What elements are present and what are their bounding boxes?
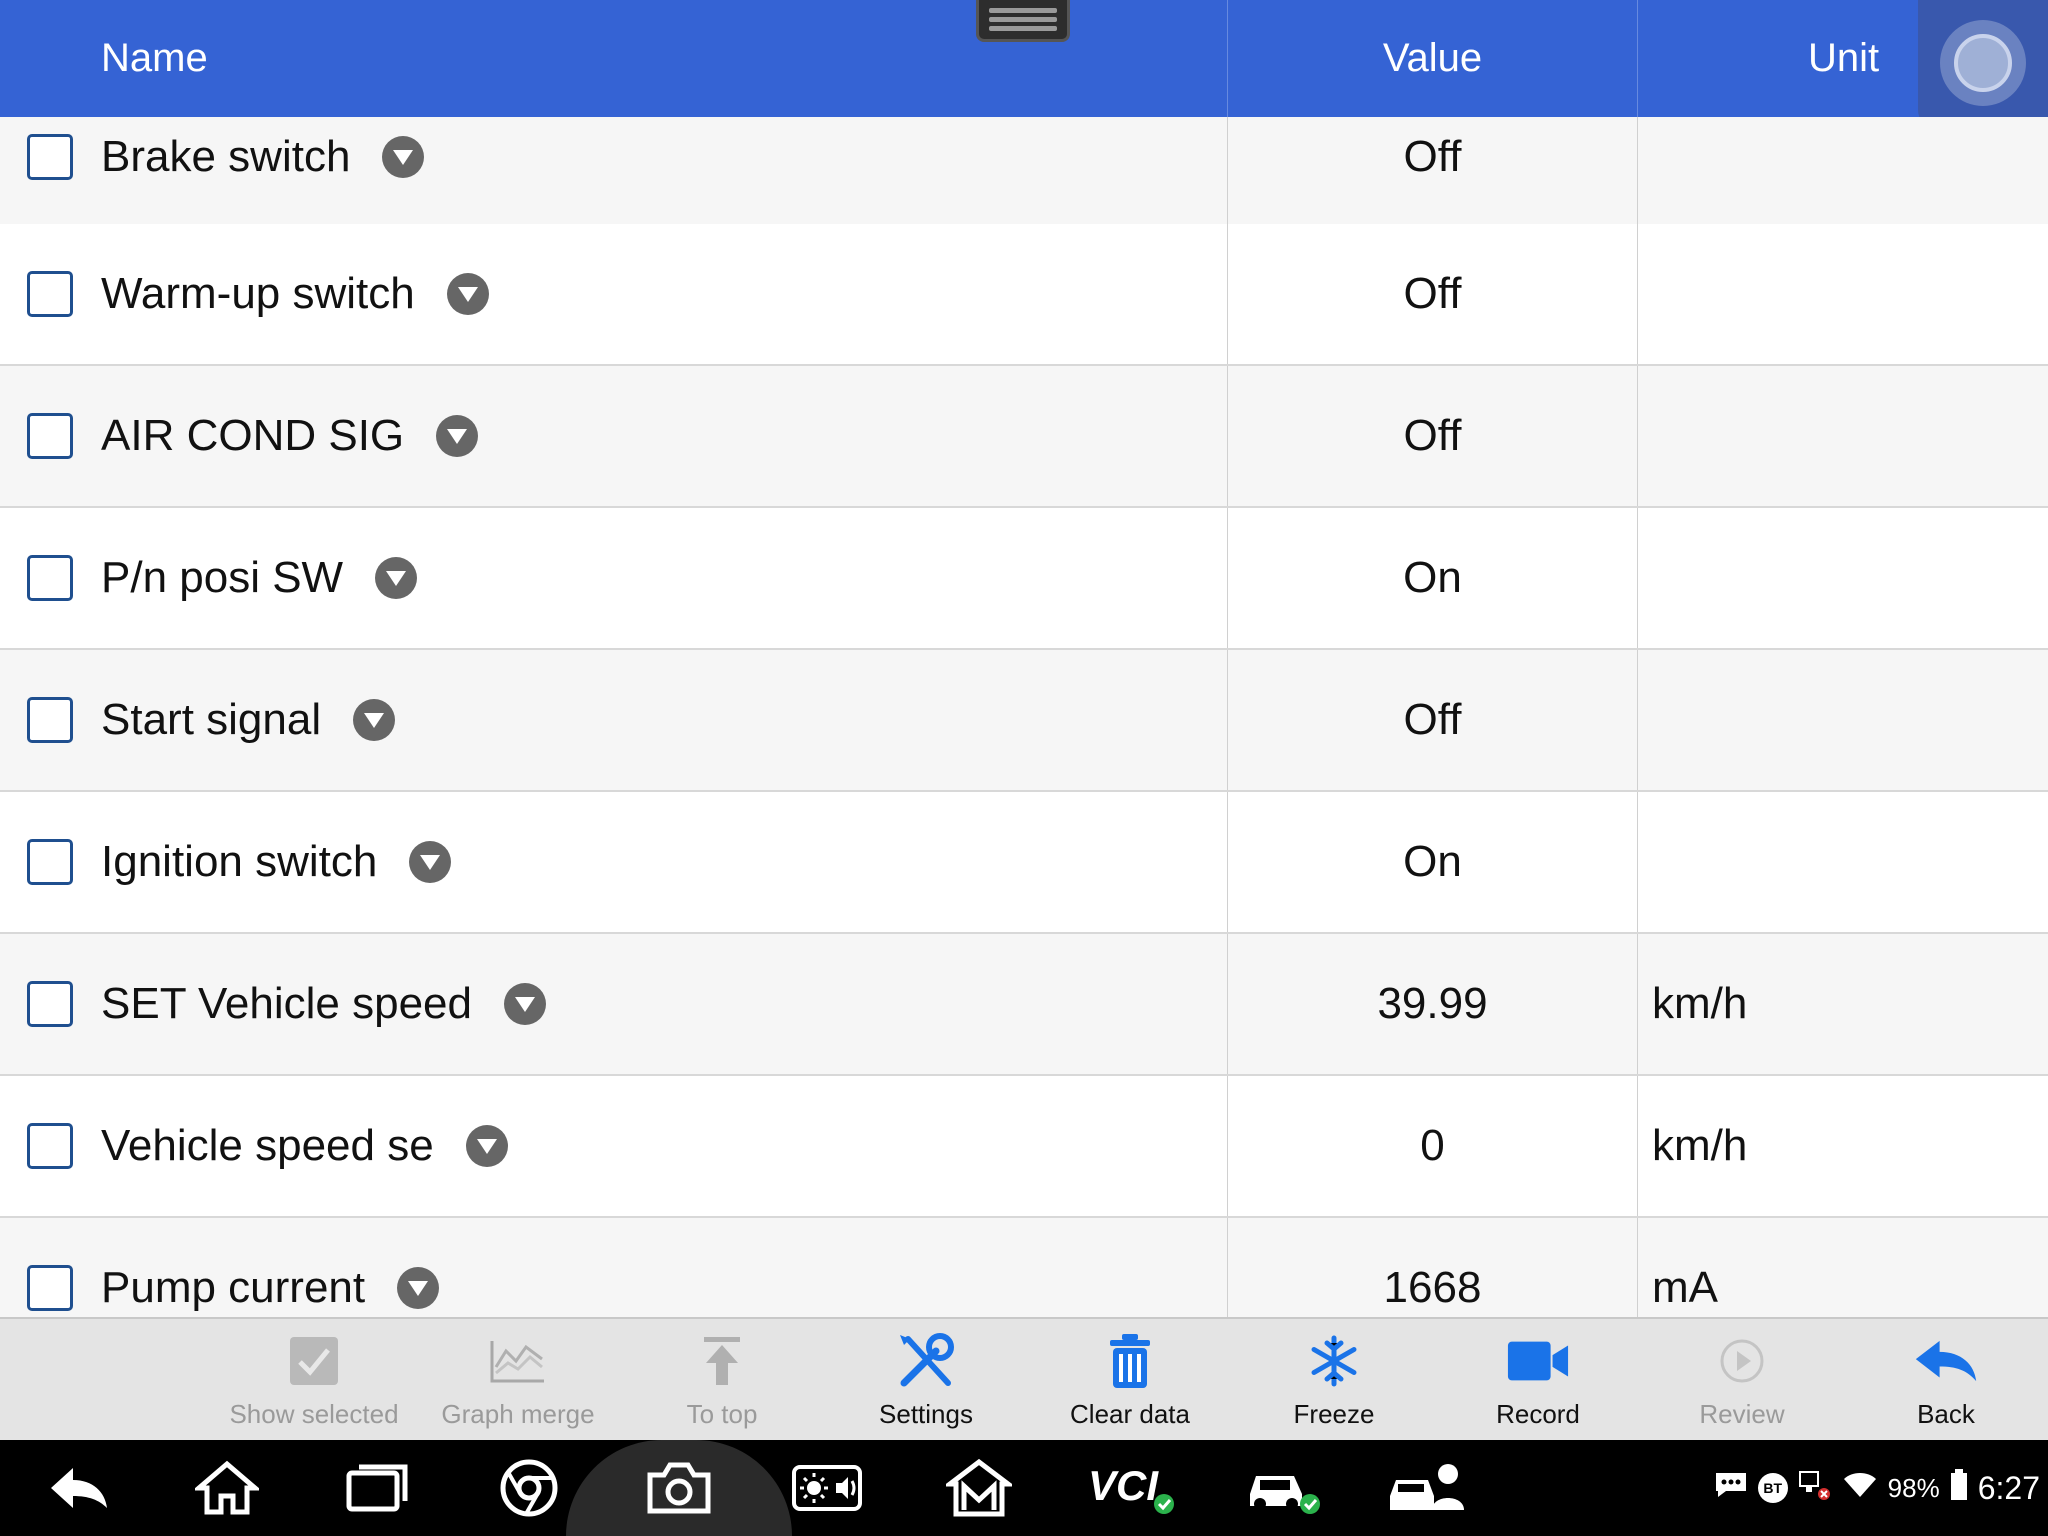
- chevron-down-icon[interactable]: [436, 415, 479, 457]
- row-checkbox[interactable]: [27, 134, 73, 180]
- table-row[interactable]: Vehicle speed se 0 km/h: [0, 1076, 2048, 1218]
- chevron-down-icon[interactable]: [375, 557, 418, 599]
- chevron-down-icon[interactable]: [446, 273, 489, 315]
- row-name: P/n posi SW: [101, 553, 344, 602]
- row-unit: mA: [1637, 1218, 2048, 1317]
- row-name: Ignition switch: [101, 837, 378, 886]
- column-header-name: Name: [101, 36, 208, 80]
- nav-back-icon[interactable]: [44, 1454, 114, 1522]
- row-value: Off: [1227, 224, 1637, 364]
- row-unit: [1637, 792, 2048, 932]
- show-selected-button[interactable]: Show selected: [212, 1319, 416, 1442]
- wifi-icon: [1842, 1471, 1878, 1506]
- graph-merge-icon: [486, 1329, 550, 1393]
- nav-recent-apps-icon[interactable]: [342, 1454, 412, 1522]
- record-button[interactable]: Record: [1436, 1319, 1640, 1442]
- row-name: Start signal: [101, 695, 322, 744]
- live-data-table[interactable]: Brake switch Off Warm-up switch Off AIR …: [0, 117, 2048, 1317]
- system-navigation-bar: VCI BT 98% 6:27: [0, 1440, 2048, 1536]
- chrome-browser-icon[interactable]: [494, 1454, 564, 1522]
- row-checkbox[interactable]: [27, 1123, 73, 1169]
- row-name: SET Vehicle speed: [101, 979, 472, 1028]
- chevron-down-icon[interactable]: [382, 136, 425, 178]
- maxisys-m-icon[interactable]: [944, 1454, 1014, 1522]
- nav-home-icon[interactable]: [192, 1454, 262, 1522]
- assistive-touch-icon: [1954, 34, 2012, 92]
- row-checkbox[interactable]: [27, 1265, 73, 1311]
- row-value: 0: [1227, 1076, 1637, 1216]
- row-unit: [1637, 366, 2048, 506]
- table-row[interactable]: P/n posi SW On: [0, 508, 2048, 650]
- row-value: 39.99: [1227, 934, 1637, 1074]
- row-unit: [1637, 224, 2048, 364]
- row-name: Warm-up switch: [101, 269, 415, 318]
- brightness-volume-icon[interactable]: [792, 1454, 862, 1522]
- bottom-toolbar: Show selected Graph merge To top Setting…: [0, 1317, 2048, 1440]
- graph-merge-button[interactable]: Graph merge: [416, 1319, 620, 1442]
- chevron-down-icon[interactable]: [465, 1125, 508, 1167]
- row-value: Off: [1227, 117, 1637, 227]
- remote-expert-icon[interactable]: [1386, 1454, 1470, 1522]
- row-checkbox[interactable]: [27, 697, 73, 743]
- row-unit: km/h: [1637, 934, 2048, 1074]
- row-checkbox[interactable]: [27, 555, 73, 601]
- row-unit: [1637, 508, 2048, 648]
- battery-percentage: 98%: [1887, 1472, 1940, 1503]
- row-value: Off: [1227, 650, 1637, 790]
- settings-button[interactable]: Settings: [824, 1319, 1028, 1442]
- arrow-to-top-icon: [690, 1329, 754, 1393]
- clock: 6:27: [1977, 1469, 2040, 1506]
- drag-handle-icon[interactable]: [976, 0, 1070, 42]
- battery-icon: [1950, 1468, 1968, 1508]
- row-checkbox[interactable]: [27, 981, 73, 1027]
- row-checkbox[interactable]: [27, 839, 73, 885]
- column-header-value: Value: [1227, 0, 1637, 117]
- table-row[interactable]: Start signal Off: [0, 650, 2048, 792]
- chevron-down-icon[interactable]: [504, 983, 546, 1025]
- vehicle-connected-icon[interactable]: [1244, 1454, 1324, 1522]
- trash-icon: [1098, 1329, 1162, 1393]
- table-row[interactable]: Brake switch Off: [0, 117, 2048, 229]
- back-button[interactable]: Back: [1844, 1319, 2048, 1442]
- row-checkbox[interactable]: [27, 271, 73, 317]
- row-unit: [1637, 117, 2048, 227]
- review-button[interactable]: Review: [1640, 1319, 1844, 1442]
- to-top-button[interactable]: To top: [620, 1319, 824, 1442]
- row-value: Off: [1227, 366, 1637, 506]
- clear-data-button[interactable]: Clear data: [1028, 1319, 1232, 1442]
- wrench-screwdriver-icon: [894, 1329, 958, 1393]
- row-value: 1668: [1227, 1218, 1637, 1317]
- row-unit: km/h: [1637, 1076, 2048, 1216]
- row-value: On: [1227, 792, 1637, 932]
- checkbox-checked-icon: [282, 1329, 346, 1393]
- row-checkbox[interactable]: [27, 413, 73, 459]
- floating-assistive-button[interactable]: [1918, 0, 2048, 128]
- row-name: Pump current: [101, 1263, 366, 1312]
- table-row[interactable]: AIR COND SIG Off: [0, 366, 2048, 508]
- freeze-button[interactable]: Freeze: [1232, 1319, 1436, 1442]
- chevron-down-icon[interactable]: [353, 699, 396, 741]
- row-name: AIR COND SIG: [101, 411, 405, 460]
- network-disconnected-icon: [1798, 1470, 1832, 1507]
- row-name: Brake switch: [101, 132, 351, 181]
- chevron-down-icon[interactable]: [397, 1267, 440, 1309]
- row-name: Vehicle speed se: [101, 1121, 434, 1170]
- table-row[interactable]: SET Vehicle speed 39.99 km/h: [0, 934, 2048, 1076]
- snowflake-icon: [1302, 1329, 1366, 1393]
- chevron-down-icon[interactable]: [409, 841, 452, 883]
- video-camera-icon: [1506, 1329, 1570, 1393]
- status-bar: BT 98% 6:27: [1714, 1440, 2040, 1536]
- camera-icon[interactable]: [644, 1454, 714, 1522]
- row-unit: [1637, 650, 2048, 790]
- table-row[interactable]: Warm-up switch Off: [0, 224, 2048, 366]
- row-value: On: [1227, 508, 1637, 648]
- svg-text:VCI: VCI: [1088, 1462, 1159, 1509]
- back-arrow-icon: [1914, 1329, 1978, 1393]
- table-row[interactable]: Ignition switch On: [0, 792, 2048, 934]
- table-row[interactable]: Pump current 1668 mA: [0, 1218, 2048, 1317]
- vci-connected-icon[interactable]: VCI: [1088, 1454, 1178, 1522]
- bluetooth-icon: BT: [1757, 1473, 1788, 1503]
- chat-icon: [1714, 1471, 1748, 1506]
- play-circle-icon: [1710, 1329, 1774, 1393]
